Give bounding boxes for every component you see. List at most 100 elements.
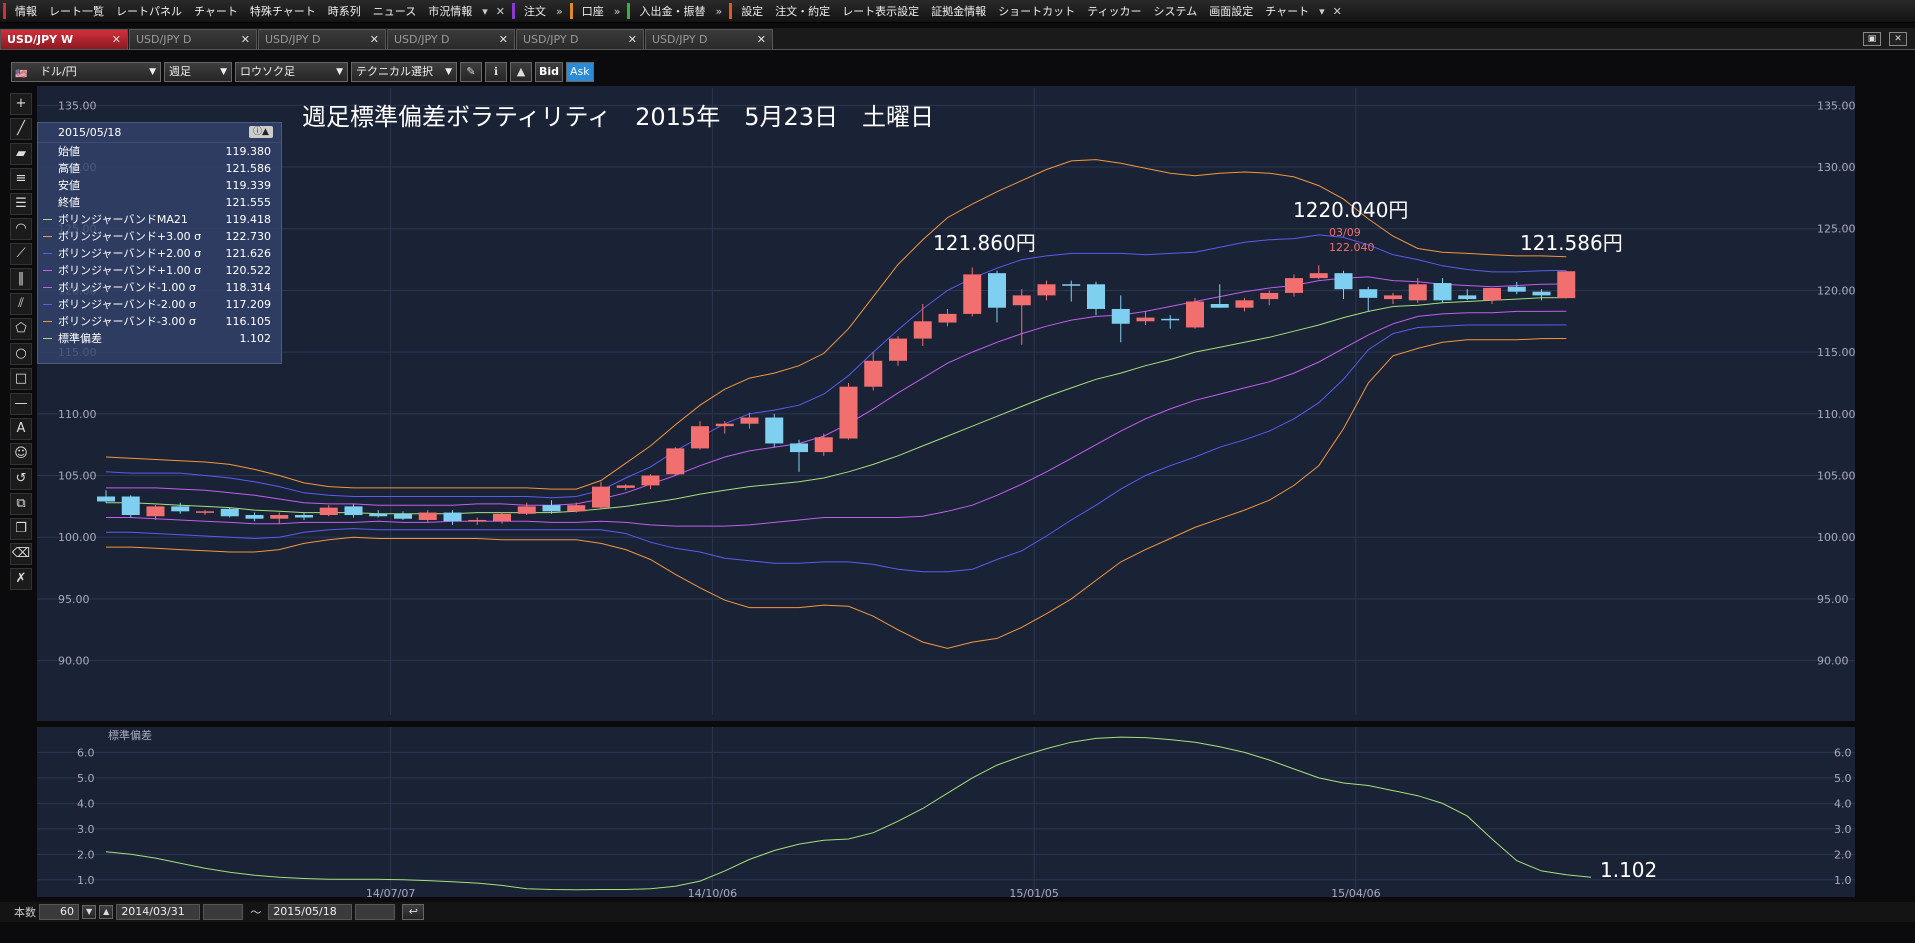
- candle-body: [913, 321, 932, 339]
- candle-body: [1111, 308, 1130, 324]
- chevron-down-icon[interactable]: ▼: [82, 905, 97, 919]
- info-label: 標準偏差: [58, 332, 102, 345]
- candle-body: [938, 313, 957, 323]
- info-row: ボリンジャーバンド-2.00 σ 117.209: [38, 296, 281, 313]
- candle-body: [493, 513, 511, 522]
- info-value: 120.522: [225, 264, 272, 277]
- sd-y-tick-label: 5.0: [1834, 772, 1852, 785]
- y-tick-label: 105.00: [1817, 470, 1856, 483]
- candle-body: [1557, 271, 1576, 299]
- candle-body: [344, 506, 363, 516]
- candle-body: [740, 417, 759, 424]
- return-icon[interactable]: ↩: [402, 904, 425, 920]
- sd-y-tick-label: 3.0: [1834, 823, 1852, 836]
- chart-canvas[interactable]: 135.00 130.00 125.00 120.00 115.00 110.00 105.…: [0, 0, 1915, 943]
- range-separator: ～: [250, 906, 262, 919]
- candle-body: [567, 505, 586, 512]
- info-row: ボリンジャーバンド-3.00 σ 116.105: [38, 313, 281, 330]
- from-time-input[interactable]: [203, 904, 244, 920]
- candle-body: [295, 515, 313, 518]
- y-tick-label: 90.00: [1817, 655, 1849, 668]
- candle-body: [1532, 291, 1551, 296]
- candle-body: [1285, 278, 1303, 293]
- sd-last-annotation: 1.102: [1600, 858, 1657, 882]
- chart-title: 週足標準偏差ボラティリティ 2015年 5月23日 土曜日: [302, 103, 934, 131]
- candle-body: [666, 448, 685, 475]
- candle-body: [1087, 284, 1105, 309]
- candle-body: [864, 360, 883, 387]
- info-label: ボリンジャーバンド-3.00 σ: [58, 315, 196, 328]
- sd-y-tick-label: 2.0: [1834, 848, 1852, 861]
- info-label: ボリンジャーバンド+3.00 σ: [58, 230, 202, 243]
- chart-background: [37, 86, 1855, 897]
- info-date: 2015/05/18: [58, 126, 122, 139]
- candle-body: [1433, 283, 1452, 301]
- candle-body: [765, 417, 784, 444]
- candle-body: [1408, 284, 1427, 301]
- candle-body: [988, 273, 1006, 308]
- candle-body: [790, 443, 808, 453]
- candle-body: [1210, 304, 1229, 308]
- candle-body: [121, 496, 140, 516]
- candle-body: [1309, 273, 1328, 279]
- info-row: 安値 119.339: [38, 177, 281, 194]
- high2-value: 122.040: [1329, 241, 1375, 254]
- info-value: 1.102: [239, 332, 272, 345]
- candle-body: [1384, 295, 1402, 300]
- candle-body: [542, 505, 561, 512]
- sd-y-tick-label: 5.0: [77, 772, 95, 785]
- candle-body: [196, 511, 214, 513]
- high1-annotation: 121.860円: [933, 231, 1036, 255]
- info-value: 119.418: [225, 213, 272, 226]
- info-label: 高値: [58, 162, 80, 175]
- info-label: ボリンジャーバンド-1.00 σ: [58, 281, 196, 294]
- y-tick-label: 115.00: [1817, 346, 1856, 359]
- y-tick-label: 110.00: [1817, 408, 1856, 421]
- candle-body: [220, 508, 239, 517]
- y-tick-label: 125.00: [1817, 223, 1856, 236]
- sd-y-tick-label: 2.0: [77, 848, 95, 861]
- candle-body: [963, 274, 982, 314]
- info-panel[interactable]: 2015/05/18 ⓘ▲ 始値 119.380 高値 121.586 安値 119.33…: [37, 122, 282, 364]
- info-row: 高値 121.586: [38, 160, 281, 177]
- series-color-swatch: [43, 270, 52, 271]
- candle-body: [97, 496, 115, 502]
- candle-body: [468, 519, 487, 522]
- series-color-swatch: [43, 287, 52, 288]
- series-color-swatch: [43, 321, 52, 322]
- info-row: 始値 119.380: [38, 143, 281, 160]
- to-date-input[interactable]: 2015/05/18: [268, 904, 353, 920]
- info-panel-header[interactable]: 2015/05/18 ⓘ▲: [38, 123, 281, 143]
- candle-body: [839, 386, 858, 439]
- y-tick-label: 135.00: [1817, 99, 1856, 112]
- last-price-annotation: 121.586円: [1520, 231, 1623, 255]
- candle-body: [1136, 317, 1155, 322]
- info-row: ボリンジャーバンドMA21 119.418: [38, 211, 281, 228]
- candle-body: [369, 513, 388, 517]
- sd-y-tick-label: 4.0: [77, 797, 95, 810]
- sd-pane-title: 標準偏差: [108, 728, 152, 742]
- sd-y-tick-label: 4.0: [1834, 797, 1852, 810]
- info-value: 118.314: [225, 281, 272, 294]
- candle-body: [1186, 301, 1204, 328]
- y-tick-label: 100.00: [1817, 531, 1856, 544]
- series-color-swatch: [43, 253, 52, 254]
- info-value: 119.339: [225, 179, 272, 192]
- candle-body: [319, 507, 338, 516]
- to-time-input[interactable]: [355, 904, 396, 920]
- candle-body: [517, 506, 536, 514]
- candle-body: [691, 426, 709, 449]
- series-color-swatch: [43, 338, 52, 339]
- from-date-input[interactable]: 2014/03/31: [116, 904, 201, 920]
- y-tick-label: 130.00: [1817, 161, 1856, 174]
- info-label: 終値: [58, 196, 80, 209]
- series-color-swatch: [43, 219, 52, 220]
- collapse-icon[interactable]: ⓘ▲: [249, 126, 273, 138]
- count-input[interactable]: 60: [39, 904, 79, 920]
- candle-body: [616, 485, 635, 488]
- chevron-up-icon[interactable]: ▲: [99, 905, 114, 919]
- candle-body: [1012, 295, 1031, 306]
- y-tick-label: 90.00: [58, 655, 90, 668]
- info-value: 121.586: [225, 162, 272, 175]
- series-color-swatch: [43, 304, 52, 305]
